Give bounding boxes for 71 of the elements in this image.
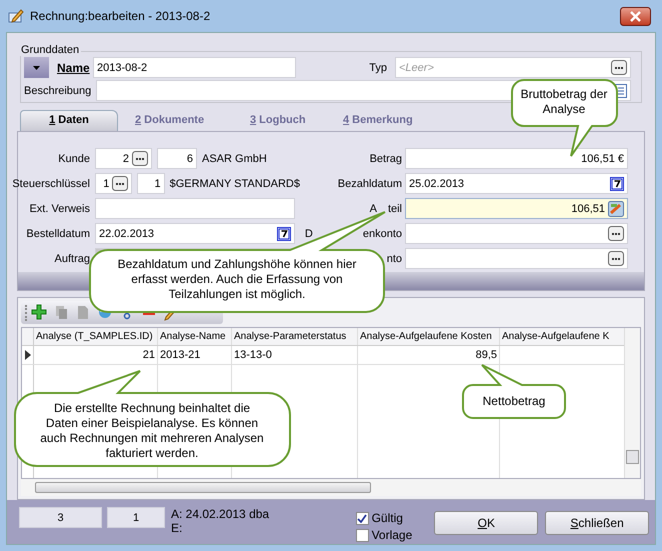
- table-cell: 89,5: [358, 346, 500, 364]
- field-label: Auftrag: [54, 252, 90, 264]
- edited-info: E:: [171, 521, 184, 535]
- field-label: Bestelldatum: [26, 228, 90, 240]
- column-header[interactable]: Analyse-Aufgelaufene K: [500, 328, 624, 345]
- calendar-icon[interactable]: [610, 176, 624, 190]
- field-label: Betrag: [370, 152, 402, 164]
- input-field[interactable]: [405, 223, 628, 244]
- checkbox-label: Vorlage: [372, 528, 412, 542]
- field-label: teil: [388, 202, 402, 214]
- edit-icon: [8, 8, 24, 24]
- lookup-text: ASAR GmbH: [202, 152, 267, 164]
- created-info: A: 24.02.2013 dba: [171, 507, 270, 521]
- tab[interactable]: 4 Bemerkung: [326, 110, 436, 131]
- calendar-icon[interactable]: [277, 226, 291, 240]
- window-title: Rechnung:bearbeiten - 2013-08-2: [30, 9, 212, 23]
- ellipsis-button[interactable]: [132, 151, 148, 166]
- field-label: nto: [386, 252, 402, 264]
- input-field[interactable]: 106,51: [405, 198, 628, 219]
- dialog-button[interactable]: Schließen: [545, 511, 649, 535]
- input-field[interactable]: [405, 248, 628, 269]
- field-label: Ext. Verweis: [29, 202, 90, 214]
- number-field[interactable]: 2: [95, 148, 152, 169]
- number-field[interactable]: 6: [157, 148, 197, 169]
- checkbox[interactable]: [356, 512, 369, 524]
- lookup-text: $GERMANY STANDARD$: [170, 178, 300, 190]
- column-header[interactable]: Analyse-Parameterstatus: [232, 328, 358, 345]
- tab[interactable]: 3 Logbuch: [233, 110, 326, 131]
- column-header[interactable]: Analyse (T_SAMPLES.ID): [34, 328, 158, 345]
- ellipsis-button[interactable]: [611, 60, 627, 75]
- calculator-icon[interactable]: [608, 200, 624, 216]
- callout-tooltip: Die erstellte Rechnung beinhaltet die Daten einer Beispielanalyse. Es können auch Rechnungen mit mehreren Analysen fakturiert werden.: [14, 370, 291, 467]
- text-field[interactable]: [95, 198, 295, 219]
- callout-tooltip: Nettobetrag: [462, 364, 566, 419]
- placeholder-text: <Leer>: [399, 62, 434, 74]
- column-header[interactable]: Analyse-Name: [158, 328, 232, 345]
- dropdown-button[interactable]: [24, 57, 49, 78]
- number-field[interactable]: 1: [95, 173, 132, 194]
- column-header[interactable]: Analyse-Aufgelaufene Kosten: [358, 328, 500, 345]
- field-label: Beschreibung: [24, 84, 92, 96]
- field-label: Typ: [369, 62, 387, 74]
- vertical-scrollbar[interactable]: [624, 328, 640, 478]
- caret-icon: [33, 66, 40, 70]
- ellipsis-button[interactable]: [112, 176, 128, 191]
- group-title: Grunddaten: [19, 44, 82, 56]
- field-label: A: [370, 202, 377, 214]
- ellipsis-button[interactable]: [608, 251, 624, 266]
- name-field[interactable]: 2013-08-2: [93, 57, 296, 78]
- tab[interactable]: 2 Dokumente: [118, 110, 233, 131]
- field-label: Name: [57, 60, 91, 74]
- field-label: Steuerschlüssel: [12, 178, 90, 190]
- close-button[interactable]: [620, 6, 651, 26]
- field-label: D: [304, 228, 313, 240]
- table-cell: 2013-21: [158, 346, 232, 364]
- counter-field: 1: [107, 507, 165, 528]
- field-label: Kunde: [58, 152, 90, 164]
- field-label: Bezahldatum: [338, 178, 402, 190]
- field-label: enkonto: [362, 228, 402, 240]
- table-cell: 13-13-0: [232, 346, 358, 364]
- input-field[interactable]: 25.02.2013: [405, 173, 628, 194]
- checkbox[interactable]: [356, 528, 369, 542]
- number-field[interactable]: 1: [137, 173, 165, 194]
- ellipsis-button[interactable]: [608, 226, 624, 241]
- add-icon[interactable]: [31, 304, 49, 322]
- tab[interactable]: 1 Daten: [20, 110, 118, 131]
- date-field[interactable]: 22.02.2013: [95, 223, 295, 244]
- dialog-button[interactable]: OK: [434, 511, 538, 535]
- horizontal-scrollbar[interactable]: [21, 479, 641, 496]
- table-cell: 21: [34, 346, 158, 364]
- checkbox-label: Gültig: [372, 511, 403, 525]
- counter-field: 3: [19, 507, 102, 528]
